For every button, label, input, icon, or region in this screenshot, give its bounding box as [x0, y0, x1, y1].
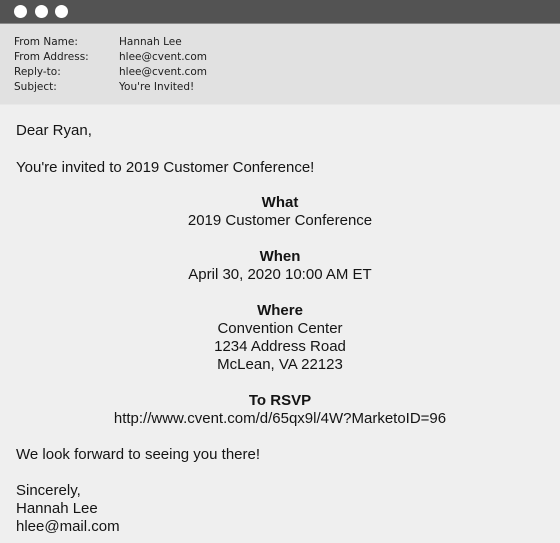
when-heading: When	[259, 248, 301, 265]
rsvp-link[interactable]: http://www.cvent.com/d/65qx9l/4W?Marketo…	[0, 410, 560, 428]
closing-line: We look forward to seeing you there!	[16, 446, 261, 463]
close-window-icon[interactable]	[14, 5, 27, 18]
rsvp-heading: To RSVP	[248, 392, 312, 409]
signoff: Sincerely,	[16, 482, 81, 499]
header-value: You're Invited!	[119, 81, 195, 93]
where-city: McLean, VA 22123	[217, 356, 343, 373]
what-value: 2019 Customer Conference	[187, 212, 373, 229]
signature-email[interactable]: hlee@mail.com	[16, 518, 120, 536]
where-street: 1234 Address Road	[214, 338, 346, 355]
header-value: hlee@cvent.com	[119, 66, 207, 78]
header-value: hlee@cvent.com	[119, 51, 207, 63]
signature-name: Hannah Lee	[16, 500, 98, 517]
email-headers: From Name: Hannah Lee From Address: hlee…	[0, 24, 560, 105]
where-heading: Where	[257, 302, 303, 319]
window-titlebar	[0, 0, 560, 24]
header-label: From Name:	[14, 36, 78, 48]
minimize-window-icon[interactable]	[35, 5, 48, 18]
when-value: April 30, 2020 10:00 AM ET	[188, 266, 372, 283]
where-venue: Convention Center	[217, 320, 343, 337]
maximize-window-icon[interactable]	[55, 5, 68, 18]
header-label: From Address:	[14, 51, 89, 63]
header-label: Subject:	[14, 81, 57, 93]
header-label: Reply-to:	[14, 66, 61, 78]
intro-text: You're invited to 2019 Customer Conferen…	[16, 159, 315, 176]
what-heading: What	[261, 194, 299, 211]
header-value: Hannah Lee	[119, 36, 182, 48]
greeting: Dear Ryan,	[16, 122, 92, 139]
